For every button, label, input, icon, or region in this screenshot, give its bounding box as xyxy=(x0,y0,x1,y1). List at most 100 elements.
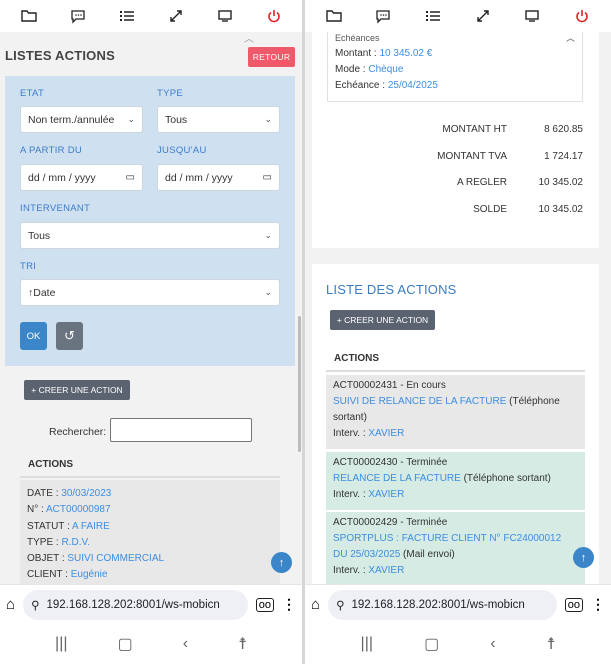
reset-button[interactable]: ↺ xyxy=(56,322,83,350)
reader-mode-icon[interactable]: oo xyxy=(255,597,274,612)
montant-row: Montant : 10 345.02 € xyxy=(335,46,575,62)
scroll-top-button[interactable]: ↑ xyxy=(271,552,292,573)
etat-select[interactable]: Non term./annulée ⌄ xyxy=(20,106,143,133)
intervenant-value: XAVIER xyxy=(368,489,405,500)
chevron-down-icon: ⌄ xyxy=(264,230,272,240)
client-row: CLIENT : Eugénie xyxy=(27,567,273,583)
chevron-up-icon[interactable]: ︿ xyxy=(244,30,254,45)
site-info-icon[interactable]: ⚲ xyxy=(336,598,344,612)
echeance-row: Echéance : 25/04/2025 xyxy=(335,78,575,94)
action-desc: SUIVI DE RELANCE DE LA FACTURE (Téléphon… xyxy=(333,394,578,426)
echeance-value: 25/04/2025 xyxy=(387,80,438,91)
action-card[interactable]: DATE : 30/03/2023 N° : ACT00000987 STATU… xyxy=(20,480,280,584)
intervenant-row: Interv. : XAVIER xyxy=(333,426,578,442)
calendar-icon[interactable]: ▭ xyxy=(263,172,272,183)
reader-mode-icon[interactable]: oo xyxy=(564,597,583,612)
ok-button[interactable]: OK xyxy=(20,322,47,350)
monitor-icon[interactable] xyxy=(521,5,543,27)
scrollbar[interactable] xyxy=(298,316,301,452)
action-link[interactable]: RELANCE DE LA FACTURE xyxy=(333,473,461,484)
recents-icon[interactable]: ||| xyxy=(55,635,67,653)
undo-icon: ↺ xyxy=(64,328,75,343)
expand-icon[interactable] xyxy=(165,5,187,27)
monitor-icon[interactable] xyxy=(214,5,236,27)
action-channel: (Téléphone sortant) xyxy=(460,473,551,484)
echeance-key: Echéance : xyxy=(335,80,386,91)
object-key: OBJET : xyxy=(27,553,65,565)
action-link[interactable]: SUIVI DE RELANCE DE LA FACTURE xyxy=(333,396,506,407)
url-text: 192.168.128.202:8001/ws-mobicn xyxy=(46,598,220,611)
create-action-button[interactable]: + CREER UNE ACTION xyxy=(24,380,130,400)
number-row: N° : ACT00000987 xyxy=(27,502,273,518)
folder-icon[interactable] xyxy=(18,5,40,27)
action-card[interactable]: ACT00002431 - En cours SUIVI DE RELANCE … xyxy=(326,375,585,449)
home-button-icon[interactable]: ▢ xyxy=(118,634,133,654)
chevron-down-icon: ⌄ xyxy=(264,114,272,124)
accessibility-icon[interactable]: ☨ xyxy=(547,634,556,654)
home-icon[interactable]: ⌂ xyxy=(6,596,15,613)
from-date-input[interactable]: dd / mm / yyyy ▭ xyxy=(20,164,143,191)
list-icon[interactable] xyxy=(116,5,138,27)
total-row: MONTANT TVA 1 724.17 xyxy=(323,151,583,162)
chat-icon[interactable] xyxy=(372,5,394,27)
actions-column-header[interactable]: ACTIONS xyxy=(326,346,585,372)
date-key: DATE : xyxy=(27,488,59,499)
status-row: STATUT : A FAIRE xyxy=(27,519,273,535)
scroll-top-button[interactable]: ↑ xyxy=(573,547,594,568)
etat-label: ETAT xyxy=(20,88,45,99)
accessibility-icon[interactable]: ☨ xyxy=(238,634,247,654)
etat-value: Non term./annulée xyxy=(28,113,115,126)
site-info-icon[interactable]: ⚲ xyxy=(31,598,39,612)
tri-value: ↑Date xyxy=(28,286,56,299)
chat-icon[interactable] xyxy=(67,5,89,27)
back-icon[interactable]: ‹ xyxy=(183,635,188,653)
type-value: R.D.V. xyxy=(61,536,90,548)
recents-icon[interactable]: ||| xyxy=(361,635,373,653)
echeances-header[interactable]: Echéances ︿ xyxy=(335,30,575,46)
type-select[interactable]: Tous ⌄ xyxy=(157,106,280,133)
intervenant-key: Interv. : xyxy=(333,428,366,439)
client-value: Eugénie xyxy=(70,569,108,581)
power-icon[interactable] xyxy=(571,5,593,27)
total-label: SOLDE xyxy=(473,204,507,215)
mode-value: Chèque xyxy=(368,64,404,75)
total-row: MONTANT HT 8 620.85 xyxy=(323,124,583,135)
to-date-input[interactable]: dd / mm / yyyy ▭ xyxy=(157,164,280,191)
intervenant-select[interactable]: Tous ⌄ xyxy=(20,222,280,249)
tri-label: TRI xyxy=(20,261,37,272)
url-field[interactable]: ⚲ 192.168.128.202:8001/ws-mobicn xyxy=(328,589,557,620)
intervenant-value: Tous xyxy=(28,229,51,242)
action-head: ACT00002429 - Terminée xyxy=(333,517,448,528)
expand-icon[interactable] xyxy=(472,5,494,27)
total-value: 8 620.85 xyxy=(544,124,583,135)
top-toolbar xyxy=(0,0,302,32)
create-action-button[interactable]: + CREER UNE ACTION xyxy=(330,310,435,330)
power-icon[interactable] xyxy=(263,5,285,27)
action-head: ACT00002431 - En cours xyxy=(333,380,446,391)
left-panel: ︿ LISTES ACTIONS RETOUR ETAT Non term./a… xyxy=(0,0,302,664)
mode-row: Mode : Chèque xyxy=(335,62,575,78)
action-card[interactable]: ACT00002430 - Terminée RELANCE DE LA FAC… xyxy=(326,452,585,510)
url-text: 192.168.128.202:8001/ws-mobicn xyxy=(351,598,525,611)
retour-button[interactable]: RETOUR xyxy=(248,47,295,67)
type-key: TYPE : xyxy=(27,536,59,548)
search-input[interactable] xyxy=(110,418,252,442)
home-button-icon[interactable]: ▢ xyxy=(424,634,439,654)
status-key: STATUT : xyxy=(27,520,70,532)
home-icon[interactable]: ⌂ xyxy=(311,596,320,613)
echeances-box: Echéances ︿ Montant : 10 345.02 € Mode : … xyxy=(327,32,583,102)
folder-icon[interactable] xyxy=(323,5,345,27)
action-card[interactable]: ACT00002429 - Terminée SPORTPLUS : FACTU… xyxy=(326,512,585,584)
actions-column-header[interactable]: ACTIONS xyxy=(20,452,280,478)
more-menu-icon[interactable]: ⋮ xyxy=(591,596,605,613)
chevron-down-icon: ⌄ xyxy=(127,114,135,124)
back-icon[interactable]: ‹ xyxy=(490,635,495,653)
status-value: A FAIRE xyxy=(72,520,110,532)
tri-select[interactable]: ↑Date ⌄ xyxy=(20,279,280,306)
more-menu-icon[interactable]: ⋮ xyxy=(282,596,296,613)
search-label: Rechercher: xyxy=(49,426,107,438)
calendar-icon[interactable]: ▭ xyxy=(126,172,135,183)
montant-key: Montant : xyxy=(335,48,377,59)
list-icon[interactable] xyxy=(422,5,444,27)
url-field[interactable]: ⚲ 192.168.128.202:8001/ws-mobicn xyxy=(23,589,248,620)
